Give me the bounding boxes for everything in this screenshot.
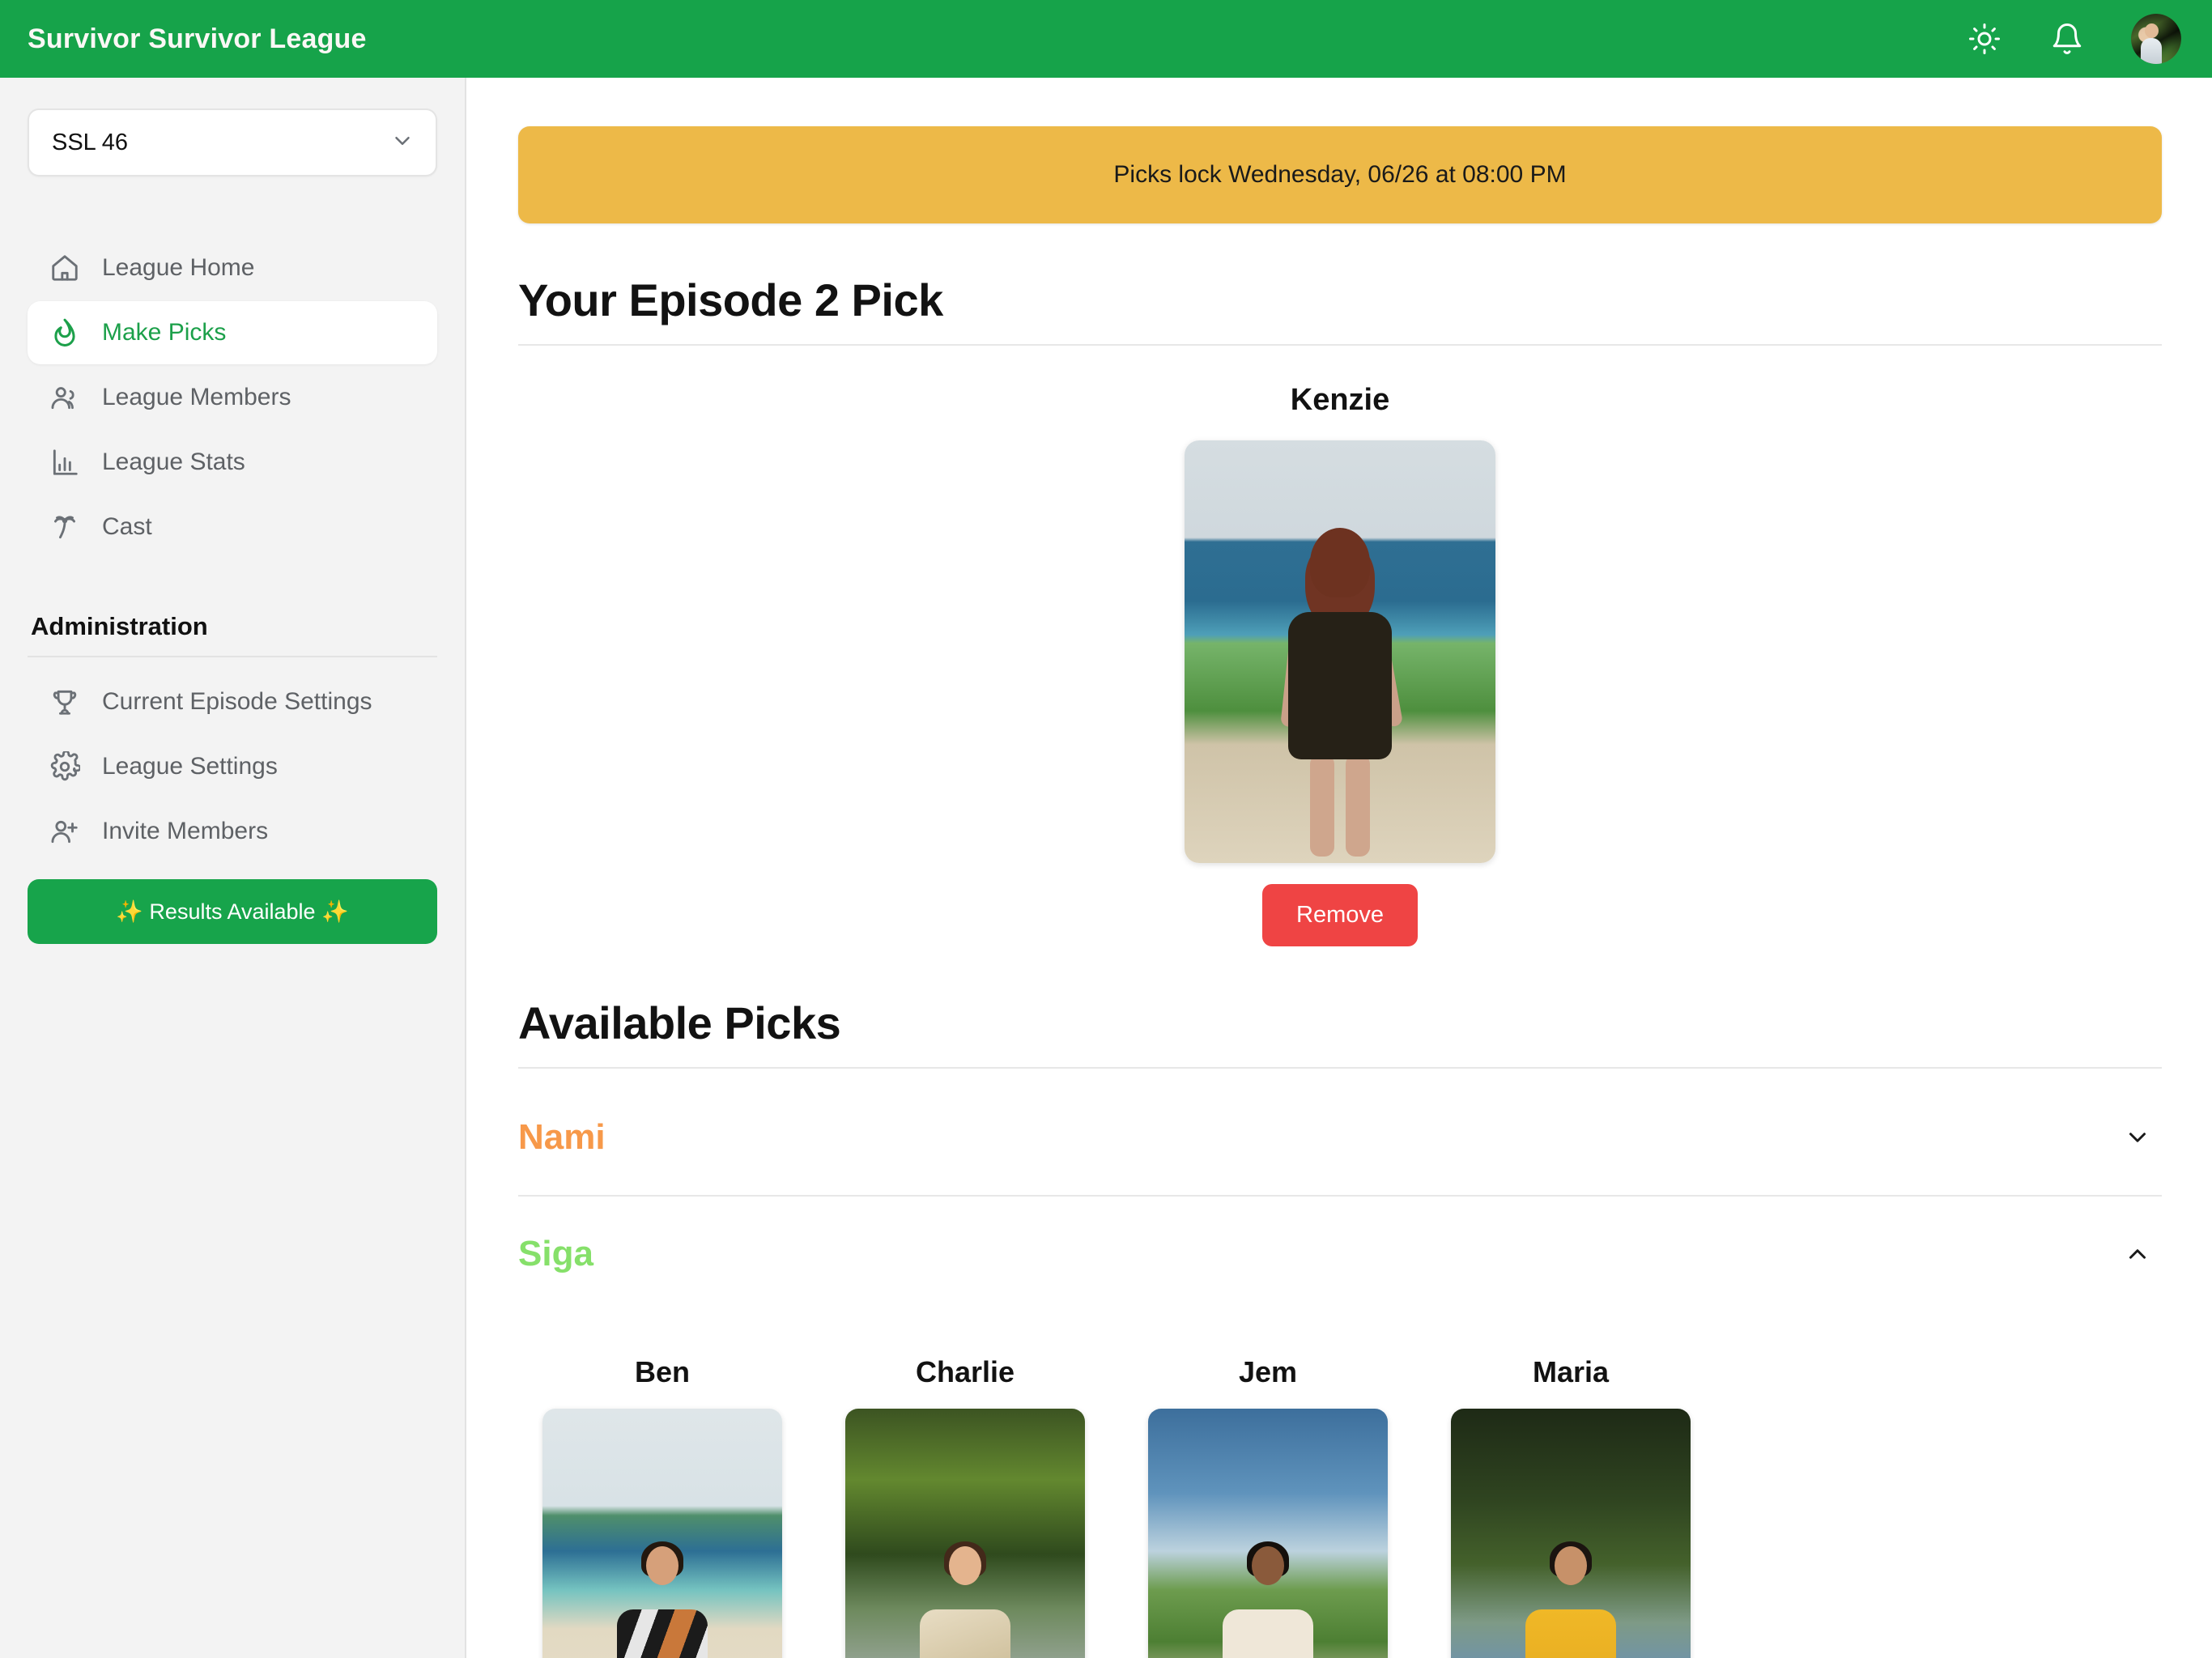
league-selector[interactable]: SSL 46 [28,108,437,176]
tribe-name-nami: Nami [518,1117,606,1157]
your-pick-divider [518,344,2162,346]
tribe-header-siga[interactable]: Siga [518,1197,2162,1312]
primary-nav: League Home Make Picks League Members Le… [28,236,437,559]
sidebar-item-current-episode-settings[interactable]: Current Episode Settings [28,670,437,733]
sun-icon[interactable] [1966,20,2003,57]
home-icon [49,252,81,284]
body-row: SSL 46 League Home Make Picks League Mem… [0,78,2212,1658]
cast-card-ben[interactable]: Ben [542,1355,782,1658]
chart-icon [49,446,81,478]
tribe-siga-cast-grid: Ben Charlie Jem Maria [518,1355,2162,1658]
cast-photo [845,1409,1085,1658]
avatar[interactable] [2131,14,2181,64]
results-available-button[interactable]: ✨ Results Available ✨ [28,879,437,944]
cast-figure [1279,528,1404,858]
users-icon [49,381,81,414]
cast-name: Ben [634,1355,690,1388]
sidebar-item-label: Make Picks [102,319,227,346]
user-plus-icon [49,815,81,848]
cast-name: Jem [1238,1355,1298,1388]
current-pick-photo [1185,440,1495,863]
current-pick-section: Kenzie Remove [518,383,2162,946]
header-actions [1966,14,2181,64]
sidebar-item-league-settings[interactable]: League Settings [28,735,437,798]
administration-heading: Administration [31,612,208,640]
trophy-icon [49,686,81,718]
cast-photo [1148,1409,1388,1658]
sidebar-item-label: League Members [102,384,291,410]
league-selector-value: SSL 46 [52,129,129,155]
picks-lock-banner: Picks lock Wednesday, 06/26 at 08:00 PM [518,126,2162,223]
current-pick-name: Kenzie [1290,383,1390,417]
your-pick-heading: Your Episode 2 Pick [518,274,943,325]
sidebar-item-league-stats[interactable]: League Stats [28,431,437,494]
cast-name: Charlie [915,1355,1015,1388]
chevron-down-icon [390,129,415,157]
sidebar-item-label: League Settings [102,753,278,780]
tribe-header-nami[interactable]: Nami [518,1069,2162,1197]
cast-photo [542,1409,782,1658]
administration-nav: Current Episode Settings League Settings… [28,670,437,863]
cast-name: Maria [1532,1355,1610,1388]
gear-icon [49,750,81,783]
app-brand-title: Survivor Survivor League [28,23,367,54]
palm-tree-icon [49,511,81,543]
sidebar-item-league-members[interactable]: League Members [28,366,437,429]
flame-icon [49,317,81,349]
administration-divider [28,656,437,657]
sidebar: SSL 46 League Home Make Picks League Mem… [0,78,466,1658]
cast-card-charlie[interactable]: Charlie [845,1355,1085,1658]
main-content: Picks lock Wednesday, 06/26 at 08:00 PM … [466,78,2212,1658]
chevron-down-icon [2121,1121,2154,1154]
remove-pick-button[interactable]: Remove [1262,884,1418,946]
cast-card-maria[interactable]: Maria [1451,1355,1691,1658]
available-picks-heading: Available Picks [518,997,841,1048]
sidebar-item-cast[interactable]: Cast [28,495,437,559]
top-header-bar: Survivor Survivor League [0,0,2212,78]
bell-icon[interactable] [2048,20,2086,57]
sidebar-item-label: Cast [102,513,152,540]
cast-card-jem[interactable]: Jem [1148,1355,1388,1658]
sidebar-item-label: Current Episode Settings [102,688,372,715]
chevron-up-icon [2121,1238,2154,1270]
sidebar-item-make-picks[interactable]: Make Picks [28,301,437,364]
tribe-name-siga: Siga [518,1234,593,1273]
sidebar-item-label: League Home [102,254,255,281]
sidebar-item-invite-members[interactable]: Invite Members [28,800,437,863]
sidebar-item-label: Invite Members [102,818,269,844]
sidebar-item-league-home[interactable]: League Home [28,236,437,300]
app-root: Survivor Survivor League SSL 46 League H… [0,0,2212,1658]
sidebar-item-label: League Stats [102,449,245,475]
current-pick-card: Kenzie Remove [1185,383,1495,946]
cast-photo [1451,1409,1691,1658]
